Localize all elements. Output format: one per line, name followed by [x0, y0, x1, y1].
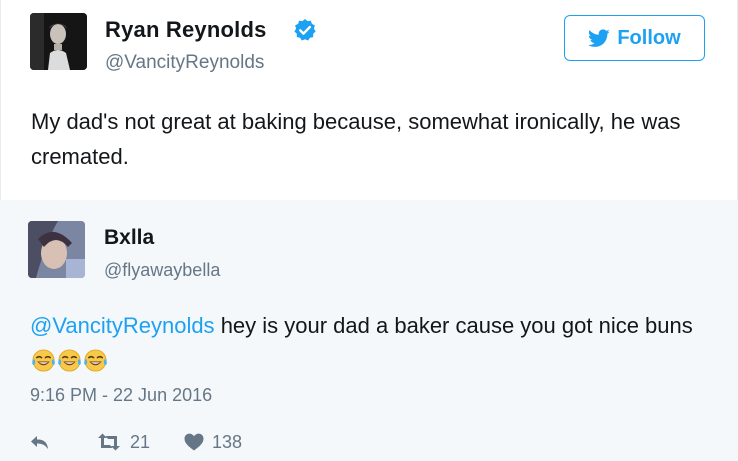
reply-tweet: Bxlla @flyawaybella @VancityReynolds hey… — [0, 200, 738, 461]
timestamp[interactable]: 9:16 PM - 22 Jun 2016 — [30, 385, 212, 406]
retweet-icon — [98, 433, 120, 451]
face-with-tears-of-joy-icon — [58, 349, 81, 372]
reply-text: @VancityReynolds hey is your dad a baker… — [30, 308, 720, 378]
author-name[interactable]: Ryan Reynolds — [105, 17, 267, 43]
original-tweet: Ryan Reynolds @VancityReynolds Follow My… — [0, 0, 738, 200]
reply-button[interactable] — [30, 434, 50, 450]
reply-body: hey is your dad a baker cause you got ni… — [220, 313, 693, 338]
like-button[interactable]: 138 — [184, 432, 242, 453]
mention-link[interactable]: @VancityReynolds — [30, 313, 215, 338]
reply-arrow-icon — [31, 436, 48, 449]
follow-button-label: Follow — [617, 26, 681, 49]
like-count: 138 — [212, 431, 243, 452]
tweet-text: My dad's not great at baking because, so… — [31, 109, 681, 169]
twitter-bird-icon — [588, 28, 610, 47]
follow-button[interactable]: Follow — [564, 15, 705, 61]
author-handle[interactable]: @VancityReynolds — [105, 52, 264, 74]
tweet-actions: 21 138 — [30, 428, 242, 456]
retweet-button[interactable]: 21 — [96, 432, 150, 453]
avatar[interactable] — [30, 13, 87, 70]
profile-photo — [30, 13, 87, 70]
verified-badge-icon — [294, 19, 316, 41]
profile-photo — [28, 221, 85, 278]
face-with-tears-of-joy-icon — [84, 349, 107, 372]
retweet-count: 21 — [130, 431, 151, 452]
face-with-tears-of-joy-icon — [32, 349, 55, 372]
avatar[interactable] — [28, 221, 85, 278]
reply-author-handle[interactable]: @flyawaybella — [104, 260, 220, 281]
heart-icon — [184, 433, 204, 451]
reply-author-name[interactable]: Bxlla — [104, 226, 154, 250]
